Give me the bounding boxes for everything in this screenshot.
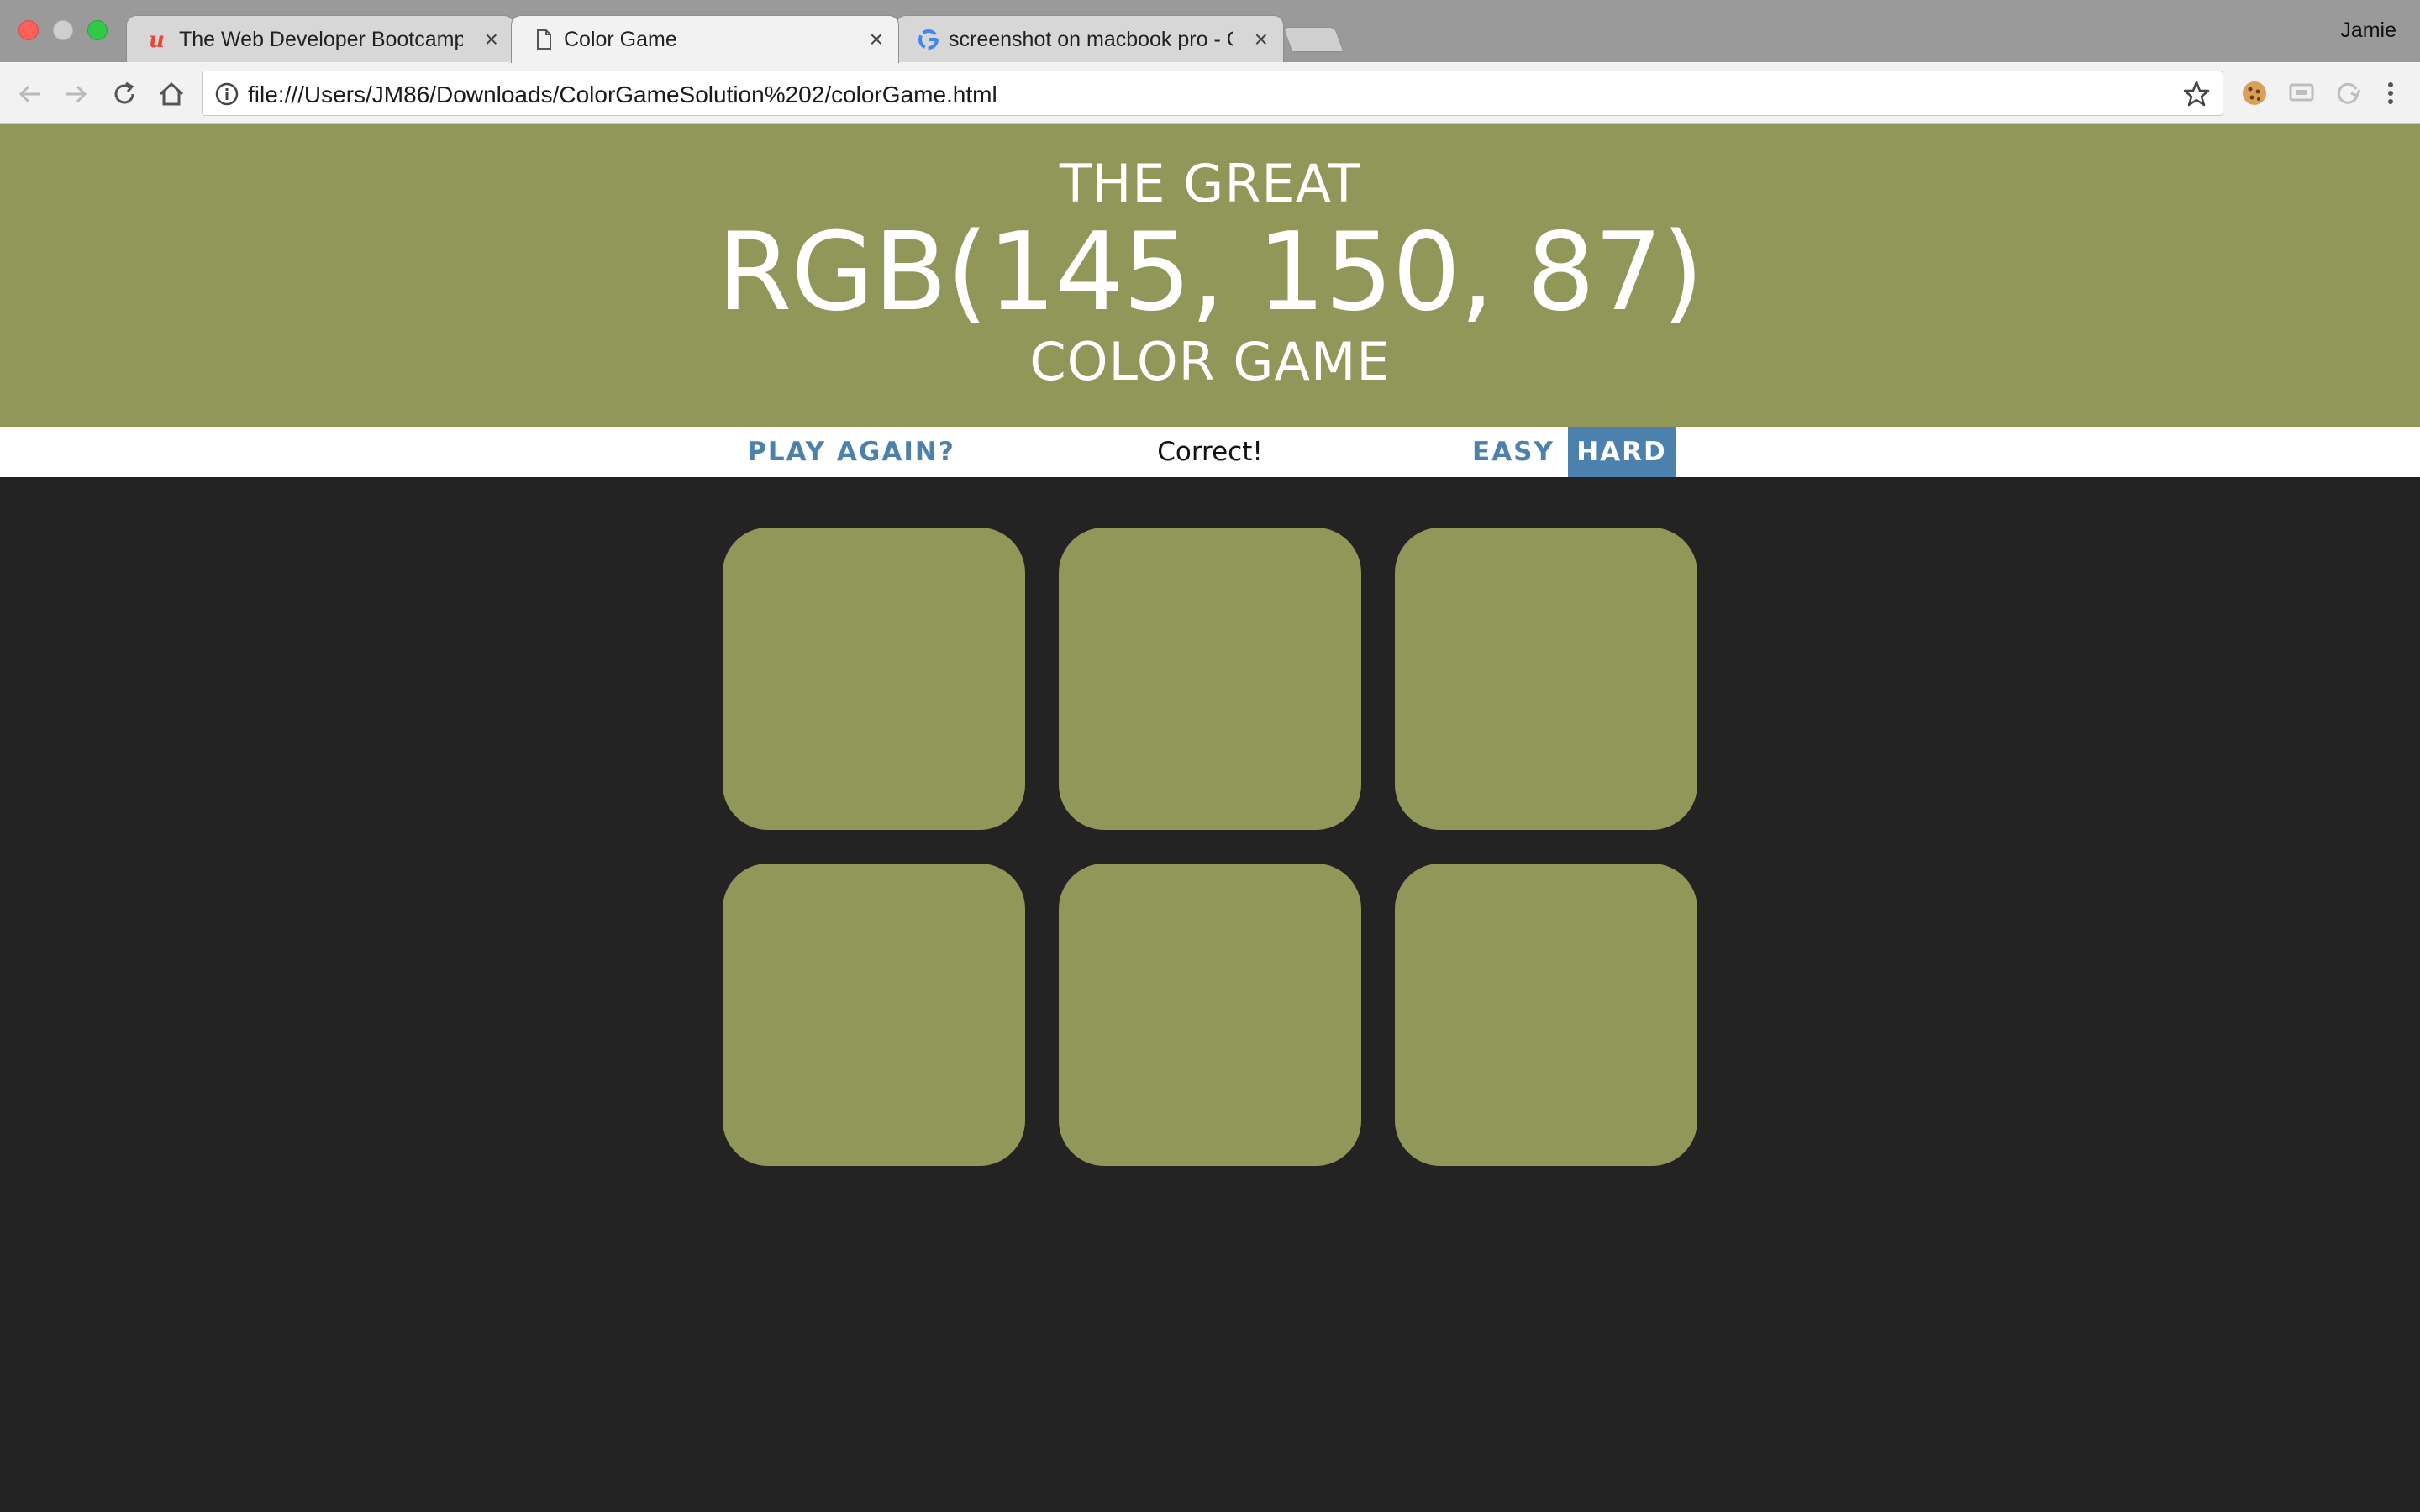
- back-arrow-icon[interactable]: [15, 79, 45, 109]
- udemy-icon: u: [147, 28, 171, 53]
- title-bottom: COLOR GAME: [1029, 331, 1391, 392]
- close-window-button[interactable]: [18, 20, 39, 40]
- new-tab-button[interactable]: [1282, 27, 1344, 52]
- document-icon: [532, 28, 555, 51]
- svg-text:u: u: [149, 28, 165, 51]
- close-tab-icon[interactable]: ×: [1255, 26, 1268, 53]
- tab-title: screenshot on macbook pro - G: [949, 28, 1233, 51]
- hard-mode-button[interactable]: HARD: [1568, 427, 1676, 477]
- game-header: THE GREAT RGB(145, 150, 87) COLOR GAME: [0, 124, 2420, 427]
- reload-icon[interactable]: [109, 79, 139, 109]
- color-game-page: THE GREAT RGB(145, 150, 87) COLOR GAME P…: [0, 124, 2420, 1512]
- maximize-window-button[interactable]: [87, 20, 108, 40]
- menu-kebab-icon[interactable]: [2375, 77, 2407, 109]
- play-again-button[interactable]: PLAY AGAIN?: [739, 427, 963, 477]
- tab-google-search[interactable]: screenshot on macbook pro - G ×: [896, 15, 1284, 62]
- home-icon[interactable]: [156, 79, 187, 109]
- status-message: Correct!: [1157, 437, 1263, 467]
- info-icon[interactable]: [214, 81, 239, 107]
- forward-arrow-icon[interactable]: [60, 79, 91, 109]
- easy-mode-button[interactable]: EASY: [1459, 427, 1568, 477]
- cast-extension-icon[interactable]: [2286, 77, 2317, 109]
- tab-title: Color Game: [564, 28, 677, 51]
- title-top: THE GREAT: [1059, 153, 1361, 214]
- tab-color-game[interactable]: Color Game ×: [511, 15, 899, 63]
- rgb-color-display: RGB(145, 150, 87): [717, 210, 1703, 335]
- cookie-extension-icon[interactable]: [2238, 77, 2270, 109]
- tab-strip: u The Web Developer Bootcamp × Color Gam…: [0, 0, 2420, 63]
- close-tab-icon[interactable]: ×: [485, 26, 498, 53]
- minimize-window-button[interactable]: [53, 20, 73, 40]
- tab-title: The Web Developer Bootcamp: [179, 28, 463, 51]
- color-square[interactable]: [1395, 864, 1697, 1166]
- browser-toolbar: file:///Users/JM86/Downloads/ColorGameSo…: [0, 62, 2420, 124]
- url-text[interactable]: file:///Users/JM86/Downloads/ColorGameSo…: [248, 81, 997, 108]
- tab-web-developer-bootcamp[interactable]: u The Web Developer Bootcamp ×: [126, 15, 514, 62]
- profile-name[interactable]: Jamie: [2340, 18, 2396, 43]
- google-icon: [917, 28, 940, 51]
- color-square[interactable]: [1395, 528, 1697, 830]
- sync-extension-icon[interactable]: [2333, 77, 2365, 109]
- address-bar[interactable]: file:///Users/JM86/Downloads/ColorGameSo…: [202, 71, 2223, 116]
- control-stripe: PLAY AGAIN? Correct! EASY HARD: [0, 427, 2420, 477]
- close-tab-icon[interactable]: ×: [870, 26, 883, 53]
- color-square[interactable]: [723, 864, 1025, 1166]
- color-square[interactable]: [723, 528, 1025, 830]
- color-square[interactable]: [1059, 864, 1361, 1166]
- color-square[interactable]: [1059, 528, 1361, 830]
- bookmark-star-icon[interactable]: [2182, 80, 2211, 108]
